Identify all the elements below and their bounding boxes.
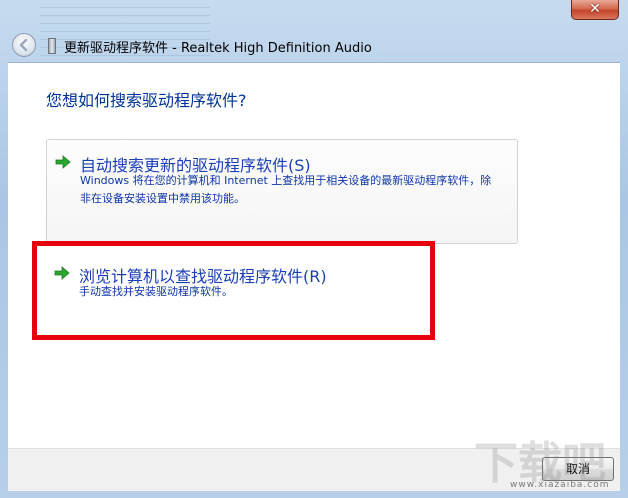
watermark-url: www.xiazaiba.com	[510, 480, 610, 490]
device-icon	[48, 38, 56, 54]
page-heading: 您想如何搜索驱动程序软件?	[46, 91, 247, 110]
back-arrow-icon	[19, 38, 28, 52]
window-frame: ✕ 更新驱动程序软件 - Realtek High Definition Aud…	[0, 0, 628, 498]
back-button[interactable]	[12, 33, 36, 57]
option-auto-search[interactable]: 自动搜索更新的驱动程序软件(S) Windows 将在您的计算机和 Intern…	[46, 139, 518, 244]
green-arrow-icon	[54, 266, 70, 280]
green-arrow-icon	[55, 155, 71, 169]
wizard-content: 您想如何搜索驱动程序软件? 自动搜索更新的驱动程序软件(S) Windows 将…	[8, 62, 620, 449]
close-icon: ✕	[589, 1, 601, 17]
window-title: 更新驱动程序软件 - Realtek High Definition Audio	[64, 41, 372, 56]
close-button[interactable]: ✕	[571, 0, 619, 20]
option-auto-search-description: Windows 将在您的计算机和 Internet 上查找用于相关设备的最新驱动…	[80, 174, 492, 205]
option-browse-computer-description: 手动查找并安装驱动程序软件。	[79, 285, 233, 298]
option-browse-computer[interactable]: 浏览计算机以查找驱动程序软件(R) 手动查找并安装驱动程序软件。	[46, 255, 518, 335]
title-bar: 更新驱动程序软件 - Realtek High Definition Audio	[8, 30, 620, 62]
